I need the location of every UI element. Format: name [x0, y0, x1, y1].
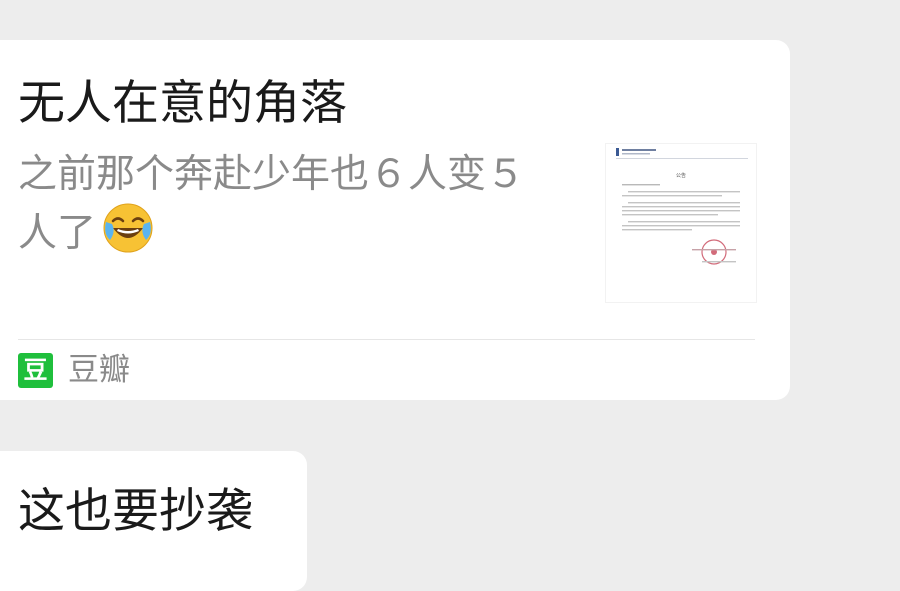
face-with-tears-of-joy-icon [103, 203, 153, 253]
link-card-divider [18, 339, 755, 340]
link-card-description-text: 之前那个奔赴少年也６人变５人了 [18, 152, 526, 256]
link-card-description: 之前那个奔赴少年也６人变５人了 [18, 148, 558, 261]
link-card-source: 豆 豆瓣 [18, 350, 130, 390]
document-thumbnail: 公告 [605, 143, 757, 303]
link-card[interactable]: 无人在意的角落 之前那个奔赴少年也６人变５人了 公告 豆 豆瓣 [0, 40, 790, 400]
source-name: 豆瓣 [68, 352, 130, 388]
message-bubble[interactable]: 这也要抄袭 [0, 451, 307, 591]
message-text: 这也要抄袭 [18, 484, 253, 539]
link-card-title: 无人在意的角落 [18, 76, 347, 131]
douban-logo-icon: 豆 [18, 352, 53, 388]
thumbnail-heading: 公告 [676, 172, 686, 179]
